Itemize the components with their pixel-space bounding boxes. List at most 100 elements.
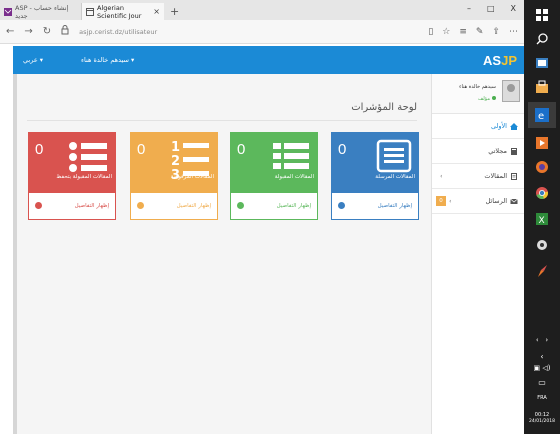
details-link-text: إظهار التفاصيل xyxy=(276,203,311,209)
card-label: المقالات المقبولة xyxy=(274,174,314,180)
svg-text:1: 1 xyxy=(171,140,180,155)
card-count: 0 xyxy=(137,141,146,158)
file-icon xyxy=(510,172,518,180)
page-title: لوحة المؤشرات xyxy=(351,102,417,113)
minimize-button[interactable]: – xyxy=(467,4,471,13)
brand-suffix: JP xyxy=(501,52,517,68)
card-count: 0 xyxy=(237,141,246,158)
card-label: المقالات المرسلة xyxy=(375,174,415,180)
svg-text:X: X xyxy=(539,216,545,226)
arrow-circle-icon xyxy=(137,202,144,209)
firefox-icon[interactable] xyxy=(535,160,549,174)
new-tab-button[interactable]: + xyxy=(164,5,185,20)
message-count-badge: 0 xyxy=(436,196,446,206)
mail-favicon-icon xyxy=(4,7,12,16)
online-dot-icon xyxy=(492,96,496,100)
sidebar-item-label: مجلاتي xyxy=(488,147,507,155)
favorite-star-icon[interactable]: ☆ xyxy=(442,27,450,37)
profile-status: مؤلف xyxy=(478,96,496,102)
maximize-button[interactable]: □ xyxy=(487,4,495,13)
back-icon[interactable]: ← xyxy=(6,26,14,37)
card-label: المقالات المرفوضة xyxy=(170,174,214,180)
browser-actions: ▯ ☆ ≡ ✎ ⇪ ⋯ xyxy=(428,27,518,37)
windows-start-icon[interactable] xyxy=(535,8,549,22)
rejected-articles-card: 0 123 المقالات المرفوضة إظهار التفاصيل xyxy=(130,132,218,220)
tab-title: Algerian Scientific Jour xyxy=(97,3,142,20)
store-icon[interactable] xyxy=(535,80,549,94)
forward-icon[interactable]: → xyxy=(24,26,32,37)
arrow-circle-icon xyxy=(237,202,244,209)
card-count: 0 xyxy=(35,141,44,158)
clock-time[interactable]: 00:12 xyxy=(524,412,560,418)
brand-prefix: AS xyxy=(483,52,502,68)
paint-icon[interactable] xyxy=(535,264,549,278)
list-icon xyxy=(271,139,311,176)
user-menu-dropdown[interactable]: سيدهم خالدة هناء ▾ xyxy=(81,56,134,64)
reading-view-icon[interactable]: ▯ xyxy=(428,27,433,37)
app-icon[interactable] xyxy=(535,238,549,252)
card-details-link[interactable]: إظهار التفاصيل xyxy=(131,193,217,220)
task-view-icon[interactable] xyxy=(535,56,549,70)
keyboard-icon[interactable]: ▭ xyxy=(524,378,560,387)
windows-taskbar: e X ‹ › ‹ ▣ ◁) ▭ FRA 00:12 24/01/2018 xyxy=(524,0,560,434)
refresh-icon[interactable]: ↻ xyxy=(43,26,51,37)
excel-icon[interactable]: X xyxy=(535,212,549,226)
card-details-link[interactable]: إظهار التفاصيل xyxy=(332,193,418,220)
profile-name: سيدهم خالدة هناء xyxy=(459,84,496,90)
svg-text:2: 2 xyxy=(171,154,180,169)
sidebar-item-home[interactable]: الأولى xyxy=(432,114,524,139)
network-volume-icon[interactable]: ▣ ◁) xyxy=(524,364,560,372)
app-header: عربي ▾ سيدهم خالدة هناء ▾ ASJP xyxy=(13,46,524,74)
page-favicon-icon xyxy=(86,7,94,16)
sent-articles-card: 0 المقالات المرسلة إظهار التفاصيل xyxy=(331,132,419,220)
page-scrollbar[interactable] xyxy=(13,74,17,434)
close-window-button[interactable]: X xyxy=(511,4,516,13)
conditionally-accepted-articles-card: 0 المقالات المقبولة بتحفظ إظهار التفاصيل xyxy=(28,132,116,220)
avatar xyxy=(502,80,520,102)
brand-logo[interactable]: ASJP xyxy=(483,53,517,68)
card-count: 0 xyxy=(338,141,347,158)
browser-tab[interactable]: ASP - إنشاء حساب جديد xyxy=(0,3,82,20)
chevron-left-icon[interactable]: ‹ xyxy=(524,352,560,361)
arrow-circle-icon xyxy=(338,202,345,209)
home-icon xyxy=(510,122,518,130)
sidebar-item-journals[interactable]: مجلاتي xyxy=(432,139,524,164)
details-link-text: إظهار التفاصيل xyxy=(74,203,109,209)
language-dropdown[interactable]: عربي ▾ xyxy=(23,56,43,64)
more-icon[interactable]: ⋯ xyxy=(509,27,518,37)
sidebar-item-messages[interactable]: 0 ‹ الرسائل xyxy=(432,189,524,214)
close-tab-icon[interactable]: × xyxy=(153,7,160,16)
card-details-link[interactable]: إظهار التفاصيل xyxy=(231,193,317,220)
envelope-icon xyxy=(510,198,518,205)
media-player-icon[interactable] xyxy=(535,136,549,150)
chevron-left-icon: ‹ xyxy=(449,197,452,205)
edge-browser-icon[interactable]: e xyxy=(535,108,549,122)
card-details-link[interactable]: إظهار التفاصيل xyxy=(29,193,115,220)
details-link-text: إظهار التفاصيل xyxy=(176,203,211,209)
address-bar: ← → ↻ asjp.cerist.dz/utilisateur ▯ ☆ ≡ ✎… xyxy=(0,20,524,44)
hub-icon[interactable]: ≡ xyxy=(459,27,467,37)
book-icon xyxy=(510,147,518,155)
browser-tab-bar: ASP - إنشاء حساب جديد Algerian Scientifi… xyxy=(0,0,524,20)
status-text: مؤلف xyxy=(478,96,490,102)
chevron-left-icon: ‹ xyxy=(440,172,443,180)
browser-tab-active[interactable]: Algerian Scientific Jour × xyxy=(82,3,164,20)
share-icon[interactable]: ⇪ xyxy=(492,27,500,37)
sidebar-item-articles[interactable]: ‹ المقالات xyxy=(432,164,524,189)
url-input[interactable]: asjp.cerist.dz/utilisateur xyxy=(79,28,157,36)
search-icon[interactable] xyxy=(535,32,549,46)
notes-icon[interactable]: ✎ xyxy=(476,27,484,37)
chrome-icon[interactable] xyxy=(535,186,549,200)
sidebar-item-label: المقالات xyxy=(484,172,507,180)
window-controls: – □ X xyxy=(467,4,524,17)
sidebar-item-label: الأولى xyxy=(490,122,507,130)
sidebar-item-label: الرسائل xyxy=(485,197,507,205)
divider xyxy=(27,120,417,121)
clock-date[interactable]: 24/01/2018 xyxy=(524,419,560,424)
lock-icon xyxy=(61,25,69,38)
svg-text:e: e xyxy=(538,111,544,122)
sidebar: سيدهم خالدة هناء مؤلف الأولى مجلاتي ‹ ال… xyxy=(431,74,524,434)
show-hidden-icons-icon[interactable]: ‹ › xyxy=(524,336,560,344)
accepted-articles-card: 0 المقالات المقبولة إظهار التفاصيل xyxy=(230,132,318,220)
input-language[interactable]: FRA xyxy=(524,395,560,401)
